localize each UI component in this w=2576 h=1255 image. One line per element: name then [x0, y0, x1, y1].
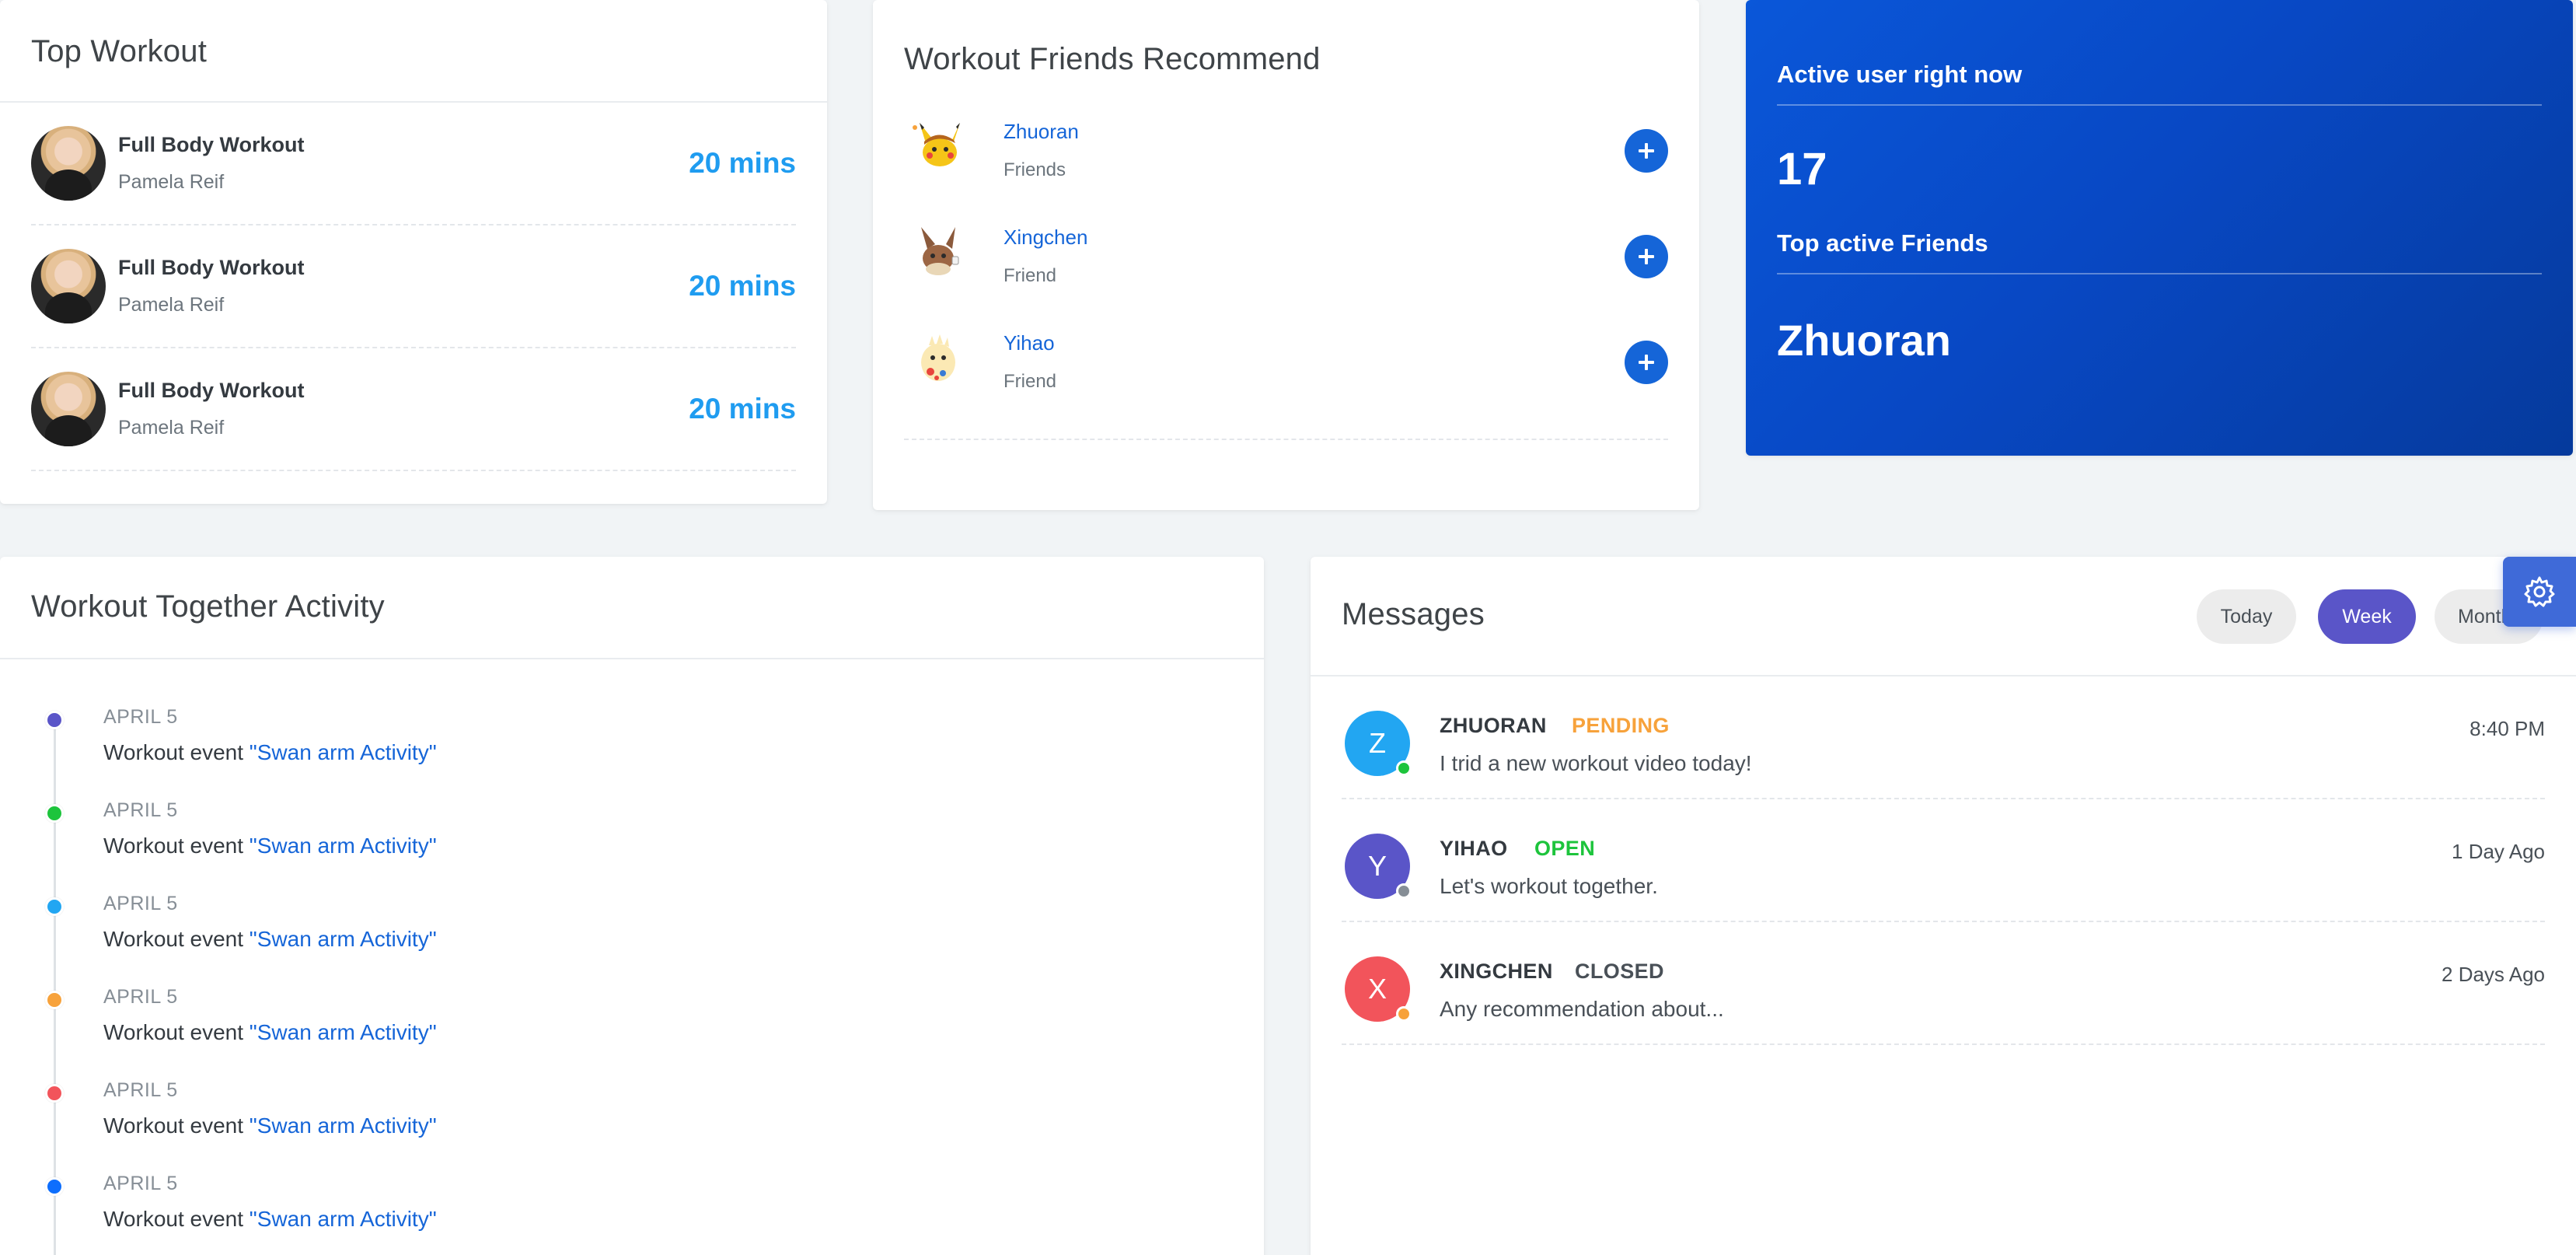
timeline-item: APRIL 5 Workout event "Swan arm Activity…	[0, 846, 1264, 951]
filter-today-button[interactable]: Today	[2197, 589, 2296, 644]
status-badge: OPEN	[1534, 837, 1596, 860]
divider	[1777, 273, 2542, 274]
avatar: Y	[1345, 834, 1412, 899]
message-item[interactable]: X XINGCHEN CLOSED Any recommendation abo…	[1342, 922, 2545, 1045]
messages-card: Messages Today Week Month Z ZHUORAN PEND…	[1311, 557, 2576, 1255]
timeline-dot	[45, 804, 64, 823]
active-users-label: Active user right now	[1777, 61, 2023, 88]
divider	[904, 439, 1668, 440]
friend-name[interactable]: Zhuoran	[1004, 120, 1079, 144]
timeline-dot	[45, 897, 64, 916]
pikachu-avatar-icon	[904, 112, 972, 180]
workout-item[interactable]: Full Body Workout Pamela Reif 20 mins	[31, 348, 796, 471]
add-friend-button[interactable]	[1625, 129, 1668, 173]
timeline-item: APRIL 5 Workout event "Swan arm Activity…	[0, 753, 1264, 858]
workout-duration: 20 mins	[689, 393, 796, 425]
avatar: X	[1345, 956, 1412, 1022]
settings-button[interactable]	[2503, 557, 2576, 627]
timeline-item: APRIL 5 Workout event "Swan arm Activity…	[0, 1126, 1264, 1231]
timeline-date: APRIL 5	[103, 706, 178, 728]
activity-link[interactable]: "Swan arm Activity"	[250, 1207, 437, 1231]
workout-activity-card: Workout Together Activity APRIL 5 Workou…	[0, 557, 1264, 1255]
plus-icon	[1639, 249, 1654, 264]
workout-duration: 20 mins	[689, 147, 796, 179]
friend-status: Friends	[1004, 159, 1066, 180]
workout-item[interactable]: Full Body Workout Pamela Reif 20 mins	[31, 103, 796, 225]
message-preview: Let's workout together.	[1440, 874, 1658, 898]
friend-name[interactable]: Yihao	[1004, 331, 1056, 355]
timeline-text: Workout event "Swan arm Activity"	[103, 1207, 437, 1231]
avatar: Z	[1345, 711, 1412, 776]
divider	[1777, 104, 2542, 106]
plus-icon	[1639, 143, 1654, 159]
friend-status: Friend	[1004, 265, 1057, 286]
presence-indicator	[1396, 1006, 1412, 1022]
trainer-avatar	[31, 372, 106, 446]
message-sender: XINGCHEN	[1440, 960, 1553, 983]
workout-author: Pamela Reif	[118, 171, 225, 193]
friend-name[interactable]: Xingchen	[1004, 225, 1087, 250]
message-time: 2 Days Ago	[2442, 963, 2545, 986]
status-badge: CLOSED	[1575, 960, 1664, 983]
friend-item: Yihao Friend	[904, 320, 1668, 426]
friends-recommend-card: Workout Friends Recommend Zhuoran Friend…	[873, 0, 1699, 510]
top-active-friend-name: Zhuoran	[1777, 316, 1951, 365]
presence-indicator	[1396, 883, 1412, 899]
timeline-dot	[45, 1084, 64, 1103]
workout-duration: 20 mins	[689, 270, 796, 302]
active-users-count: 17	[1777, 144, 1827, 194]
message-sender: ZHUORAN	[1440, 714, 1547, 737]
eevee-avatar-icon	[904, 218, 972, 286]
timeline-date: APRIL 5	[103, 1079, 178, 1101]
trainer-avatar	[31, 126, 106, 201]
trainer-avatar	[31, 249, 106, 323]
message-time: 8:40 PM	[2470, 717, 2545, 740]
plus-icon	[1639, 355, 1654, 370]
workout-author: Pamela Reif	[118, 294, 225, 316]
friend-item: Xingchen Friend	[904, 215, 1668, 320]
friend-item: Zhuoran Friends	[904, 109, 1668, 215]
workout-name: Full Body Workout	[118, 133, 305, 156]
togepi-avatar-icon	[904, 323, 972, 392]
add-friend-button[interactable]	[1625, 341, 1668, 384]
top-workout-title: Top Workout	[31, 34, 208, 68]
timeline-date: APRIL 5	[103, 986, 178, 1008]
friends-recommend-title: Workout Friends Recommend	[904, 42, 1321, 76]
workout-item[interactable]: Full Body Workout Pamela Reif 20 mins	[31, 225, 796, 348]
timeline-date: APRIL 5	[103, 1173, 178, 1194]
message-sender: YIHAO	[1440, 837, 1508, 860]
timeline-date: APRIL 5	[103, 799, 178, 821]
timeline-item: APRIL 5 Workout event "Swan arm Activity…	[0, 1033, 1264, 1138]
timeline-date: APRIL 5	[103, 893, 178, 914]
message-item[interactable]: Y YIHAO OPEN Let's workout together. 1 D…	[1342, 799, 2545, 922]
add-friend-button[interactable]	[1625, 235, 1668, 278]
timeline-item: APRIL 5 Workout event "Swan arm Activity…	[0, 939, 1264, 1044]
friend-status: Friend	[1004, 371, 1057, 392]
presence-indicator	[1396, 760, 1412, 776]
workout-author: Pamela Reif	[118, 417, 225, 439]
timeline-dot	[45, 991, 64, 1009]
top-workout-card: Top Workout Full Body Workout Pamela Rei…	[0, 0, 827, 504]
workout-name: Full Body Workout	[118, 256, 305, 279]
message-preview: I trid a new workout video today!	[1440, 751, 1752, 775]
filter-week-button[interactable]: Week	[2318, 589, 2416, 644]
timeline-item: APRIL 5 Workout event "Swan arm Activity…	[0, 659, 1264, 764]
message-item[interactable]: Z ZHUORAN PENDING I trid a new workout v…	[1342, 676, 2545, 799]
active-users-panel: Active user right now 17 Top active Frie…	[1746, 0, 2573, 456]
top-active-friends-label: Top active Friends	[1777, 229, 1988, 257]
workout-activity-title: Workout Together Activity	[31, 589, 385, 624]
message-preview: Any recommendation about...	[1440, 997, 1724, 1021]
top-workout-header: Top Workout	[0, 0, 827, 103]
workout-name: Full Body Workout	[118, 379, 305, 402]
gear-icon	[2524, 576, 2555, 607]
message-time: 1 Day Ago	[2452, 840, 2545, 863]
status-badge: PENDING	[1572, 714, 1670, 737]
timeline-dot	[45, 711, 64, 729]
timeline-dot	[45, 1177, 64, 1196]
